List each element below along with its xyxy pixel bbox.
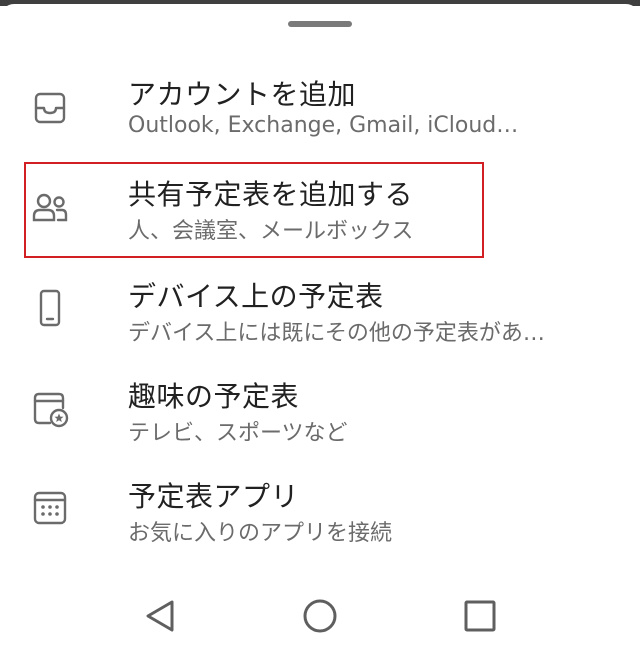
square-recents-icon[interactable] <box>458 594 502 638</box>
calendar-grid-icon <box>30 488 70 528</box>
menu-item-title: 予定表アプリ <box>128 480 300 513</box>
menu-item-device-calendars[interactable]: デバイス上の予定表 デバイス上には既にその他の予定表があ… <box>0 262 640 362</box>
menu-item-title: 共有予定表を追加する <box>128 178 414 211</box>
menu-item-add-shared-calendar[interactable]: 共有予定表を追加する 人、会議室、メールボックス <box>0 160 640 260</box>
circle-home-icon[interactable] <box>298 594 342 638</box>
menu-item-calendar-apps[interactable]: 予定表アプリ お気に入りのアプリを接続 <box>0 462 640 562</box>
navigation-bar <box>0 574 640 658</box>
drag-handle[interactable] <box>288 21 352 27</box>
menu-item-title: 趣味の予定表 <box>128 380 300 413</box>
triangle-back-icon[interactable] <box>138 594 182 638</box>
menu-item-subtitle: デバイス上には既にその他の予定表があ… <box>128 321 545 346</box>
menu-item-subtitle: 人、会議室、メールボックス <box>128 219 414 244</box>
inbox-tray-icon <box>30 88 70 128</box>
menu-item-subtitle: お気に入りのアプリを接続 <box>128 521 393 546</box>
menu-item-title: デバイス上の予定表 <box>128 280 384 313</box>
menu-item-title: アカウントを追加 <box>128 78 357 111</box>
menu-item-subtitle: テレビ、スポーツなど <box>128 421 348 446</box>
people-icon <box>30 188 70 228</box>
menu-item-interesting-calendars[interactable]: 趣味の予定表 テレビ、スポーツなど <box>0 362 640 462</box>
phone-icon <box>30 288 70 328</box>
calendar-star-icon <box>30 389 70 429</box>
menu-item-add-account[interactable]: アカウントを追加 Outlook, Exchange, Gmail, iClou… <box>0 60 640 160</box>
menu-item-subtitle: Outlook, Exchange, Gmail, iCloud… <box>128 113 519 138</box>
